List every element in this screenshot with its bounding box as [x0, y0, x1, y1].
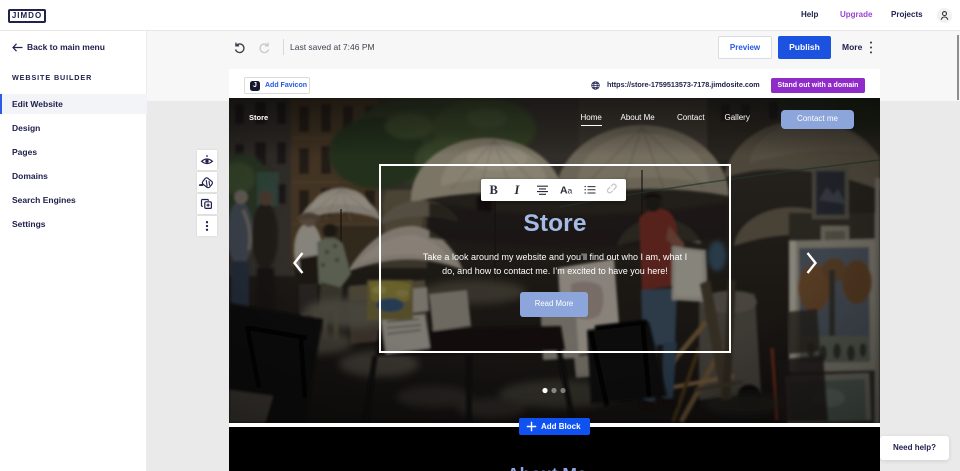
svg-text:I: I: [514, 183, 521, 197]
svg-text:B: B: [490, 183, 498, 197]
svg-text:a: a: [568, 186, 573, 196]
